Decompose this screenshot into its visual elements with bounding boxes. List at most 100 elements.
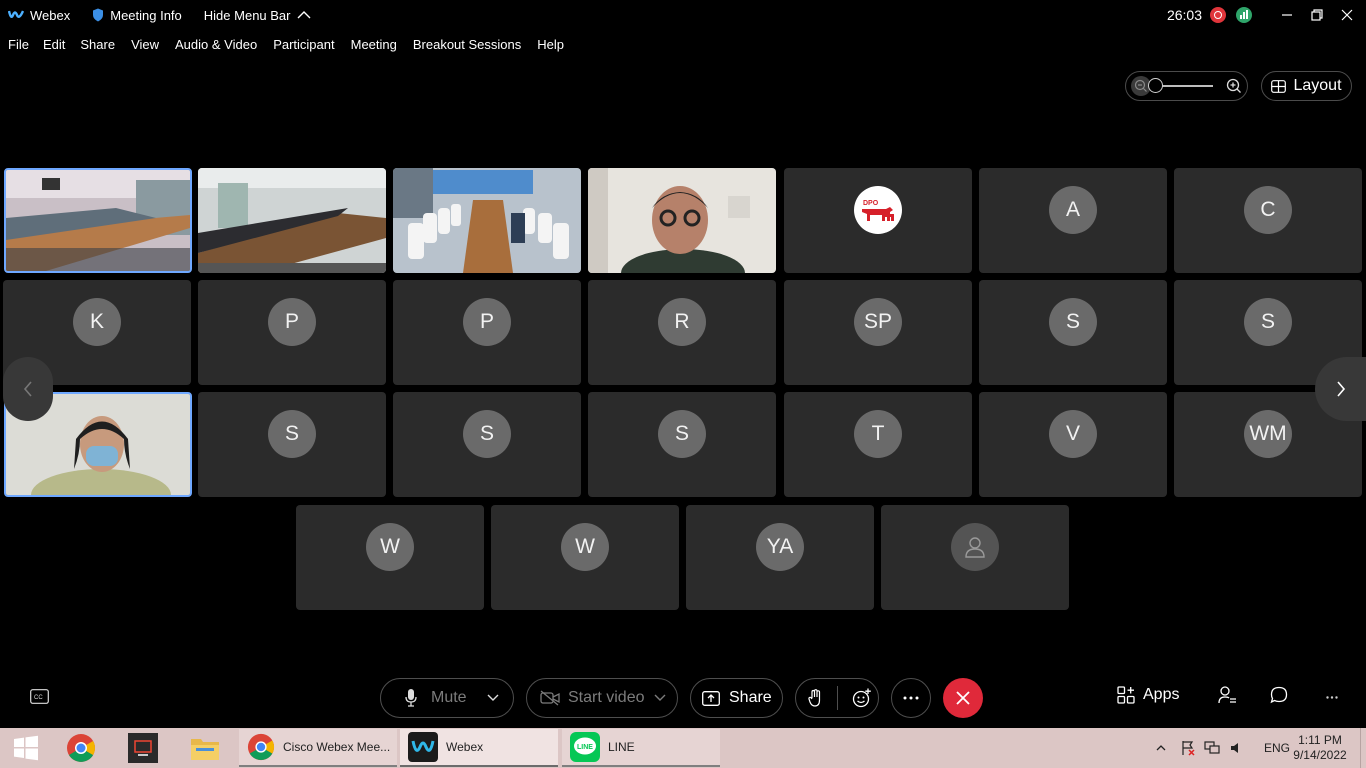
- layout-button[interactable]: Layout: [1261, 71, 1352, 101]
- menu-participant[interactable]: Participant: [273, 35, 334, 54]
- show-desktop-button[interactable]: [1360, 728, 1366, 768]
- hide-menu-bar-button[interactable]: Hide Menu Bar: [204, 8, 311, 23]
- participant-tile-s5[interactable]: S: [588, 392, 776, 497]
- webex-app-button[interactable]: Webex: [0, 8, 70, 23]
- meeting-info-button[interactable]: Meeting Info: [92, 8, 182, 23]
- chevron-down-icon[interactable]: [654, 694, 666, 702]
- raise-hand-icon: [808, 689, 821, 707]
- participant-tile-s3[interactable]: S: [198, 392, 386, 497]
- taskbar-clock[interactable]: 1:11 PM 9/14/2022: [1288, 733, 1352, 763]
- chrome-icon: [247, 733, 275, 761]
- taskbar-chrome[interactable]: [55, 728, 107, 768]
- participant-tile-unknown[interactable]: [881, 505, 1069, 610]
- participant-avatar: WM: [1244, 410, 1292, 458]
- participants-icon: [1218, 686, 1236, 704]
- taskbar-cisco-webex-chrome[interactable]: Cisco Webex Mee...: [239, 729, 397, 767]
- start-video-button[interactable]: Start video: [526, 678, 678, 718]
- start-button[interactable]: [0, 728, 52, 768]
- menu-share[interactable]: Share: [80, 35, 115, 54]
- divider: [837, 686, 838, 710]
- video-tile-meeting-room[interactable]: [4, 168, 192, 273]
- participant-tile-sp[interactable]: SP: [784, 280, 972, 385]
- layout-label: Layout: [1293, 77, 1342, 94]
- participant-tile-w1[interactable]: W: [296, 505, 484, 610]
- apps-button[interactable]: Apps: [1117, 686, 1179, 704]
- hide-menu-bar-label: Hide Menu Bar: [203, 7, 291, 23]
- participants-button[interactable]: [1218, 686, 1237, 704]
- participant-avatar: V: [1049, 410, 1097, 458]
- flag-alert-icon[interactable]: [1180, 740, 1196, 756]
- zoom-slider-knob[interactable]: [1148, 78, 1163, 93]
- dpo-logo-avatar: DPO: [854, 186, 902, 234]
- taskbar-line[interactable]: LINE LINE: [562, 729, 720, 767]
- close-icon: [956, 691, 970, 705]
- video-feed-white-chairs-room: [393, 168, 581, 273]
- video-feed-empty-room: [198, 168, 386, 273]
- participant-tile-ya[interactable]: YA: [686, 505, 874, 610]
- zoom-in-icon[interactable]: [1225, 77, 1243, 95]
- participant-avatar: YA: [756, 523, 804, 571]
- chevron-left-icon: [23, 381, 32, 397]
- layout-grid-icon: [1271, 79, 1287, 93]
- leave-meeting-button[interactable]: [943, 678, 983, 718]
- windows-taskbar: Cisco Webex Mee... Webex LINE LINE ENG 1…: [0, 728, 1366, 768]
- raise-hand-button[interactable]: [808, 689, 823, 707]
- captions-button[interactable]: CC: [30, 689, 49, 709]
- taskbar-app-dark[interactable]: [117, 728, 169, 768]
- menu-edit[interactable]: Edit: [43, 35, 65, 54]
- participant-tile-a[interactable]: A: [979, 168, 1167, 273]
- mute-button[interactable]: Mute: [380, 678, 514, 718]
- reactions-group: [795, 678, 879, 718]
- participant-tile-p2[interactable]: P: [393, 280, 581, 385]
- person-icon: [951, 523, 999, 571]
- restore-icon[interactable]: [1302, 0, 1332, 30]
- close-icon[interactable]: [1332, 0, 1362, 30]
- previous-page-button[interactable]: [3, 357, 53, 421]
- video-tile-empty-room[interactable]: [198, 168, 386, 273]
- chevron-down-icon[interactable]: [487, 694, 499, 702]
- reactions-button[interactable]: [852, 688, 872, 708]
- participant-tile-dpo[interactable]: DPO: [784, 168, 972, 273]
- chevron-up-icon: [297, 11, 310, 19]
- chat-button[interactable]: [1270, 686, 1288, 704]
- language-indicator[interactable]: ENG: [1264, 741, 1290, 755]
- participant-avatar: S: [463, 410, 511, 458]
- video-tile-white-chairs-room[interactable]: [393, 168, 581, 273]
- participant-tile-r[interactable]: R: [588, 280, 776, 385]
- participant-avatar: S: [268, 410, 316, 458]
- share-button[interactable]: Share: [690, 678, 783, 718]
- volume-icon[interactable]: [1230, 741, 1244, 755]
- network-icon[interactable]: [1204, 740, 1220, 756]
- participant-tile-p1[interactable]: P: [198, 280, 386, 385]
- share-label: Share: [729, 689, 772, 706]
- minimize-icon[interactable]: [1272, 0, 1302, 30]
- participant-tile-t[interactable]: T: [784, 392, 972, 497]
- participant-tile-s4[interactable]: S: [393, 392, 581, 497]
- network-health-icon[interactable]: [1236, 7, 1252, 23]
- chevron-up-icon[interactable]: [1156, 744, 1166, 752]
- more-options-button[interactable]: [891, 678, 931, 718]
- menu-file[interactable]: File: [8, 35, 29, 54]
- participant-avatar: P: [268, 298, 316, 346]
- webex-icon: [408, 732, 438, 762]
- participant-avatar: C: [1244, 186, 1292, 234]
- more-panels-button[interactable]: [1326, 696, 1338, 699]
- participant-tile-w2[interactable]: W: [491, 505, 679, 610]
- menu-meeting[interactable]: Meeting: [351, 35, 397, 54]
- zoom-slider[interactable]: [1148, 78, 1213, 93]
- mute-label: Mute: [431, 689, 467, 706]
- recording-icon[interactable]: [1210, 7, 1226, 23]
- video-tile-man-glasses[interactable]: [588, 168, 776, 273]
- menu-audio-video[interactable]: Audio & Video: [175, 35, 257, 54]
- participant-avatar: S: [1244, 298, 1292, 346]
- taskbar-file-explorer[interactable]: [179, 728, 231, 768]
- menu-breakout-sessions[interactable]: Breakout Sessions: [413, 35, 521, 54]
- menu-view[interactable]: View: [131, 35, 159, 54]
- apps-label: Apps: [1143, 686, 1180, 703]
- taskbar-webex[interactable]: Webex: [400, 729, 558, 767]
- microphone-icon: [405, 689, 417, 707]
- participant-tile-s1[interactable]: S: [979, 280, 1167, 385]
- participant-tile-v[interactable]: V: [979, 392, 1167, 497]
- participant-tile-c[interactable]: C: [1174, 168, 1362, 273]
- menu-help[interactable]: Help: [537, 35, 564, 54]
